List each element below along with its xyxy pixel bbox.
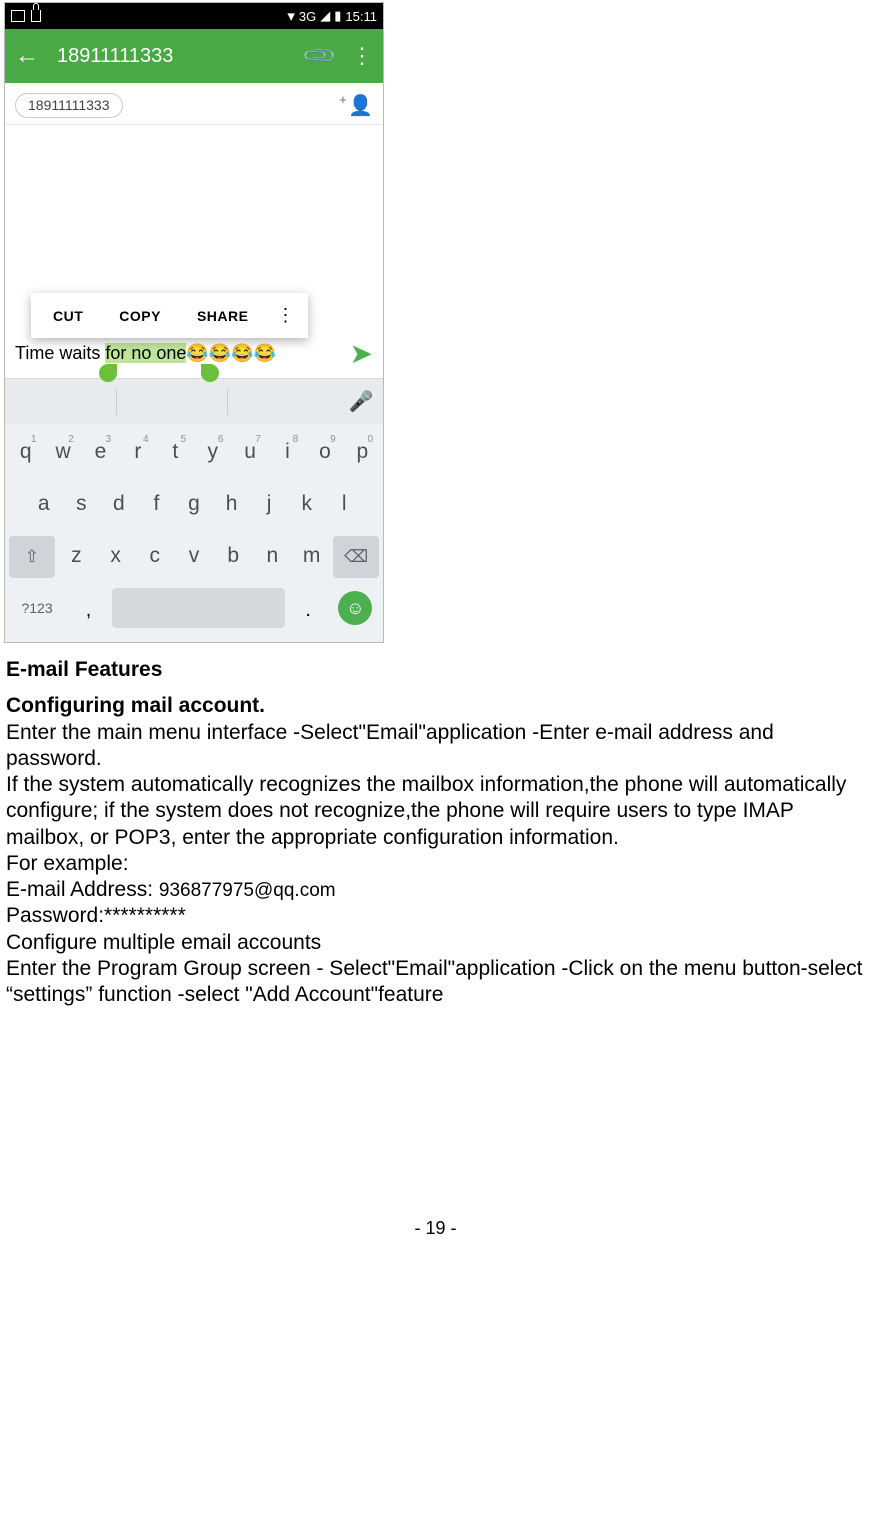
suggestion-slot-2[interactable] bbox=[117, 387, 228, 417]
voice-input-button[interactable]: 🎤 bbox=[339, 389, 383, 414]
key-n[interactable]: n bbox=[255, 536, 290, 578]
conversation-title: 18911111333 bbox=[57, 45, 306, 68]
selection-handle-right[interactable] bbox=[201, 364, 219, 382]
keyboard-suggestion-bar: 🎤 bbox=[5, 378, 383, 424]
paragraph: Configure multiple email accounts bbox=[6, 930, 865, 956]
share-button[interactable]: SHARE bbox=[179, 296, 267, 336]
key-a[interactable]: a bbox=[27, 484, 61, 526]
key-i[interactable]: i8 bbox=[271, 432, 304, 474]
recipient-row: 18911111333 +👤 bbox=[5, 83, 383, 125]
key-x[interactable]: x bbox=[98, 536, 133, 578]
suggestion-slot-3[interactable] bbox=[228, 387, 339, 417]
key-g[interactable]: g bbox=[177, 484, 211, 526]
paragraph: For example: bbox=[6, 851, 865, 877]
lock-icon bbox=[31, 10, 41, 22]
recipient-chip[interactable]: 18911111333 bbox=[15, 93, 123, 118]
space-key[interactable] bbox=[112, 588, 285, 628]
keyboard-row-1: q1 w2 e3 r4 t5 y6 u7 i8 o9 p0 bbox=[9, 432, 379, 474]
key-j[interactable]: j bbox=[252, 484, 286, 526]
compose-emojis: 😂😂😂😂 bbox=[186, 343, 276, 363]
key-u[interactable]: u7 bbox=[233, 432, 266, 474]
key-c[interactable]: c bbox=[137, 536, 172, 578]
key-z[interactable]: z bbox=[59, 536, 94, 578]
paragraph: E-mail Address: 936877975@qq.com bbox=[6, 877, 865, 903]
network-label: 3G bbox=[299, 9, 316, 24]
cut-button[interactable]: CUT bbox=[35, 296, 101, 336]
backspace-key[interactable]: ⌫ bbox=[333, 536, 379, 578]
selection-handle-left[interactable] bbox=[99, 364, 117, 382]
compose-text-prefix: Time waits bbox=[15, 343, 105, 363]
key-h[interactable]: h bbox=[215, 484, 249, 526]
key-m[interactable]: m bbox=[294, 536, 329, 578]
heading-configuring-mail: Configuring mail account. bbox=[6, 693, 865, 719]
app-bar: ← 18911111333 📎 ⋮ bbox=[5, 29, 383, 83]
emoji-key[interactable]: ☺ bbox=[332, 588, 379, 628]
phone-screenshot: ▾ 3G ◢ ▮ 15:11 ← 18911111333 📎 ⋮ 1891111… bbox=[4, 2, 384, 643]
overflow-menu-button[interactable]: ⋮ bbox=[351, 43, 373, 69]
attach-button[interactable]: 📎 bbox=[300, 37, 338, 75]
key-b[interactable]: b bbox=[216, 536, 251, 578]
keyboard-row-2: a s d f g h j k l bbox=[9, 484, 379, 526]
app-icon bbox=[11, 10, 25, 22]
copy-button[interactable]: COPY bbox=[101, 296, 179, 336]
heading-email-features: E-mail Features bbox=[6, 657, 865, 683]
keyboard-row-4: ?123 , . ☺ bbox=[9, 588, 379, 628]
message-body-area[interactable] bbox=[5, 125, 383, 303]
key-w[interactable]: w2 bbox=[46, 432, 79, 474]
key-t[interactable]: t5 bbox=[159, 432, 192, 474]
status-bar: ▾ 3G ◢ ▮ 15:11 bbox=[5, 3, 383, 29]
wifi-icon: ▾ bbox=[287, 7, 295, 25]
key-f[interactable]: f bbox=[140, 484, 174, 526]
paragraph: Enter the main menu interface -Select"Em… bbox=[6, 720, 865, 773]
text-selection-menu: CUT COPY SHARE ⋮ bbox=[31, 293, 308, 338]
key-p[interactable]: p0 bbox=[346, 432, 379, 474]
signal-icon: ◢ bbox=[320, 8, 330, 24]
clock: 15:11 bbox=[345, 9, 377, 24]
key-o[interactable]: o9 bbox=[308, 432, 341, 474]
key-l[interactable]: l bbox=[327, 484, 361, 526]
key-s[interactable]: s bbox=[65, 484, 99, 526]
send-button[interactable]: ➤ bbox=[350, 337, 373, 370]
key-d[interactable]: d bbox=[102, 484, 136, 526]
key-e[interactable]: e3 bbox=[84, 432, 117, 474]
shift-key[interactable]: ⇧ bbox=[9, 536, 55, 578]
soft-keyboard: q1 w2 e3 r4 t5 y6 u7 i8 o9 p0 a s d f g … bbox=[5, 424, 383, 642]
back-button[interactable]: ← bbox=[15, 42, 39, 70]
battery-icon: ▮ bbox=[334, 8, 341, 24]
paragraph: Enter the Program Group screen - Select"… bbox=[6, 956, 865, 1009]
comma-key[interactable]: , bbox=[69, 588, 108, 628]
selection-menu-more-button[interactable]: ⋮ bbox=[266, 293, 304, 338]
smile-icon: ☺ bbox=[338, 591, 372, 625]
paragraph: Password:********** bbox=[6, 903, 865, 929]
page-number: - 19 - bbox=[4, 1218, 867, 1247]
email-address-label: E-mail Address: bbox=[6, 878, 159, 901]
key-v[interactable]: v bbox=[176, 536, 211, 578]
email-address-value: 936877975@qq.com bbox=[159, 880, 336, 901]
document-body: E-mail Features Configuring mail account… bbox=[4, 643, 867, 1008]
key-r[interactable]: r4 bbox=[121, 432, 154, 474]
key-k[interactable]: k bbox=[290, 484, 324, 526]
compose-text-selected: for no one bbox=[105, 343, 186, 363]
key-y[interactable]: y6 bbox=[196, 432, 229, 474]
suggestion-slot-1[interactable] bbox=[5, 387, 116, 417]
compose-input[interactable]: Time waits for no one😂😂😂😂 bbox=[15, 343, 276, 364]
keyboard-row-3: ⇧ z x c v b n m ⌫ bbox=[9, 536, 379, 578]
add-contact-button[interactable]: +👤 bbox=[348, 93, 373, 118]
period-key[interactable]: . bbox=[289, 588, 328, 628]
key-q[interactable]: q1 bbox=[9, 432, 42, 474]
symbols-key[interactable]: ?123 bbox=[9, 588, 65, 628]
paragraph: If the system automatically recognizes t… bbox=[6, 772, 865, 851]
